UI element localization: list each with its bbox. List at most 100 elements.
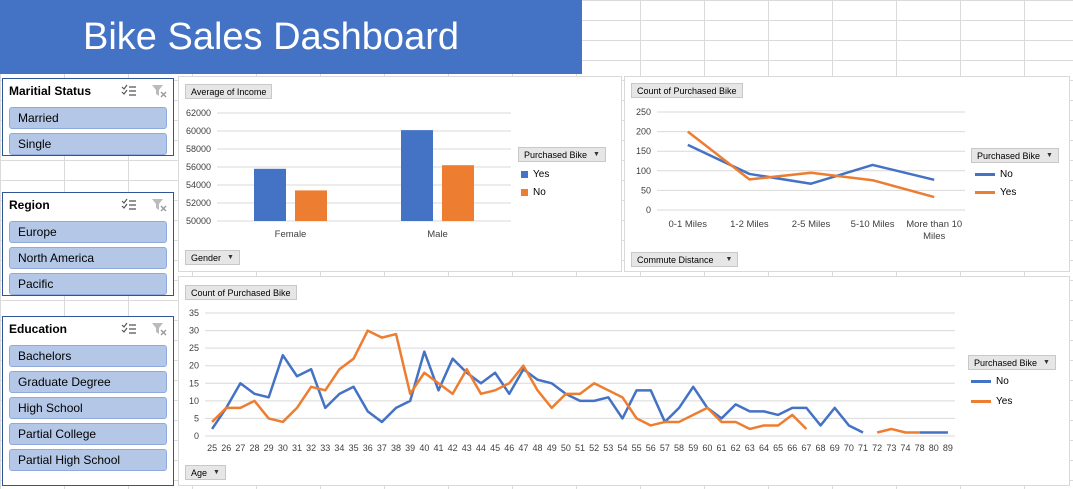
legend-swatch-no: [521, 188, 528, 196]
bar-no: [442, 165, 474, 221]
multi-select-icon[interactable]: [121, 198, 137, 212]
axis-field-label: Commute Distance: [637, 254, 714, 265]
dropdown-arrow-icon: ▼: [227, 254, 234, 261]
x-tick-label: 63: [745, 443, 755, 453]
x-tick-label: 32: [306, 443, 316, 453]
legend-field-button[interactable]: Purchased Bike ▼: [971, 148, 1059, 163]
slicer-item-partial-high-school[interactable]: Partial High School: [9, 449, 167, 471]
slicer-item-europe[interactable]: Europe: [9, 221, 167, 243]
slicer-item-partial-college[interactable]: Partial College: [9, 423, 167, 445]
clear-filter-icon[interactable]: [151, 198, 167, 212]
slicer-header: Education: [3, 317, 173, 341]
y-tick-label: 15: [189, 378, 199, 388]
x-tick-label: 62: [731, 443, 741, 453]
x-tick-label: Miles: [923, 231, 945, 242]
slicer-item-single[interactable]: Single: [9, 133, 167, 155]
x-tick-label: 41: [433, 443, 443, 453]
x-tick-label: 35: [349, 443, 359, 453]
x-tick-label: 38: [391, 443, 401, 453]
slicer-item-graduate-degree[interactable]: Graduate Degree: [9, 371, 167, 393]
slicer-title: Maritial Status: [9, 84, 92, 98]
bar-no: [295, 190, 327, 221]
dashboard-title: Bike Sales Dashboard: [0, 0, 582, 74]
multi-select-icon[interactable]: [121, 84, 137, 98]
x-tick-label: 45: [490, 443, 500, 453]
x-tick-label: 72: [872, 443, 882, 453]
x-tick-label: 48: [533, 443, 543, 453]
y-tick-label: 50: [641, 185, 651, 195]
x-tick-label: 5-10 Miles: [851, 219, 895, 230]
slicer-item-high-school[interactable]: High School: [9, 397, 167, 419]
slicer-region: Region Europe North America Pacific: [2, 192, 174, 296]
slicer-item-married[interactable]: Married: [9, 107, 167, 129]
x-tick-label: 2-5 Miles: [792, 219, 831, 230]
commute-chart-panel: Count of Purchased Bike 0 50 100 150 200 250 0…: [624, 76, 1070, 272]
legend-swatch-yes: [521, 170, 528, 178]
clear-filter-icon[interactable]: [151, 84, 167, 98]
x-tick-label: 52: [589, 443, 599, 453]
axis-field-button[interactable]: Gender ▼: [185, 250, 240, 265]
x-tick-label: 70: [844, 443, 854, 453]
legend-item-yes: Yes: [521, 165, 549, 183]
x-tick-label: 42: [448, 443, 458, 453]
x-tick-label: 31: [292, 443, 302, 453]
x-tick-label: 27: [235, 443, 245, 453]
legend-swatch-no: [975, 172, 995, 176]
x-tick-label: 89: [943, 443, 953, 453]
bar-yes: [254, 168, 286, 221]
age-chart-panel: Count of Purchased Bike 0 5 10 15 20 25 30 35 25…: [178, 276, 1070, 486]
legend-swatch-no: [971, 379, 991, 383]
x-tick-label: 55: [632, 443, 642, 453]
clear-filter-icon[interactable]: [151, 322, 167, 336]
y-tick-label: 0: [194, 431, 199, 441]
axis-field-button[interactable]: Commute Distance ▼: [631, 252, 739, 267]
x-tick-label: 25: [207, 443, 217, 453]
legend-field-label: Purchased Bike: [524, 149, 588, 160]
line-yes: [876, 427, 920, 434]
legend-field-button[interactable]: Purchased Bike ▼: [518, 147, 606, 162]
x-tick-label: 39: [405, 443, 415, 453]
x-tick-label: 57: [660, 443, 670, 453]
x-tick-label: 59: [688, 443, 698, 453]
legend-item-no: No: [971, 372, 1012, 390]
y-tick-label: 60000: [186, 126, 211, 136]
x-tick-label: 26: [221, 443, 231, 453]
x-tick-label: 61: [717, 443, 727, 453]
slicer-education: Education Bachelors Graduate Degree High…: [2, 316, 174, 486]
slicer-item-north-america[interactable]: North America: [9, 247, 167, 269]
dropdown-arrow-icon: ▼: [213, 469, 220, 476]
legend-label-yes: Yes: [1000, 186, 1017, 198]
x-tick-label: 58: [674, 443, 684, 453]
x-tick-label: 33: [320, 443, 330, 453]
x-tick-label: 30: [278, 443, 288, 453]
x-tick-label: 29: [264, 443, 274, 453]
multi-select-icon[interactable]: [121, 322, 137, 336]
legend-label-no: No: [996, 375, 1009, 387]
x-tick-label: 1-2 Miles: [730, 219, 769, 230]
dashboard-title-text: Bike Sales Dashboard: [83, 15, 459, 58]
x-tick-label: 73: [886, 443, 896, 453]
income-bar-chart: 50000 52000 54000 56000 58000 60000 62000 Femal…: [186, 108, 511, 240]
y-tick-label: 50000: [186, 216, 211, 226]
y-tick-label: 52000: [186, 198, 211, 208]
x-tick-label: 47: [518, 443, 528, 453]
x-tick-label: 56: [646, 443, 656, 453]
legend-field-button[interactable]: Purchased Bike ▼: [968, 355, 1056, 370]
y-tick-label: 10: [189, 396, 199, 406]
x-tick-label: More than 10: [906, 219, 962, 230]
x-tick-label: 54: [617, 443, 627, 453]
x-tick-label: 67: [801, 443, 811, 453]
slicer-title: Region: [9, 198, 50, 212]
legend-label-no: No: [1000, 168, 1013, 180]
slicer-item-pacific[interactable]: Pacific: [9, 273, 167, 295]
y-tick-label: 35: [189, 308, 199, 318]
x-tick-label: 66: [787, 443, 797, 453]
slicer-marital-status: Maritial Status Married Single: [2, 78, 174, 156]
axis-field-button[interactable]: Age ▼: [185, 465, 226, 480]
y-tick-label: 20: [189, 361, 199, 371]
x-tick-label: 53: [603, 443, 613, 453]
x-tick-label: 44: [476, 443, 486, 453]
y-tick-label: 5: [194, 413, 199, 423]
slicer-item-bachelors[interactable]: Bachelors: [9, 345, 167, 367]
x-tick-label: 46: [504, 443, 514, 453]
